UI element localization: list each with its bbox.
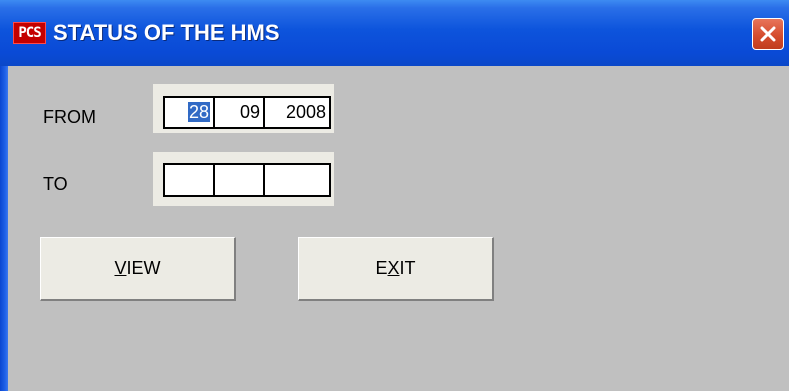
view-button[interactable]: VIEW (40, 237, 236, 301)
to-label: TO (43, 174, 68, 194)
close-button[interactable] (752, 18, 784, 50)
view-button-label: IEW (126, 258, 161, 278)
window-title: STATUS OF THE HMS (53, 20, 280, 45)
from-day-field[interactable]: 28 (163, 96, 215, 129)
from-day-value: 28 (187, 102, 210, 122)
to-year-field[interactable] (263, 163, 331, 197)
exit-button-prefix: E (375, 258, 388, 278)
from-month-value: 09 (239, 102, 260, 122)
exit-button-mnemonic: X (387, 258, 400, 278)
from-month-field[interactable]: 09 (213, 96, 265, 129)
close-icon (760, 26, 776, 42)
exit-button-label: IT (399, 258, 416, 278)
title-bar[interactable]: PCS STATUS OF THE HMS (0, 0, 789, 66)
dialog-window: PCS STATUS OF THE HMS FROM 28 09 2008 TO (0, 0, 789, 391)
from-label: FROM (43, 107, 96, 127)
to-day-field[interactable] (163, 163, 215, 197)
exit-button[interactable]: EXIT (298, 237, 494, 301)
to-date-group (153, 152, 334, 206)
from-date-group: 28 09 2008 (153, 84, 334, 133)
from-year-field[interactable]: 2008 (263, 96, 331, 129)
from-year-value: 2008 (285, 102, 326, 122)
to-month-field[interactable] (213, 163, 265, 197)
view-button-mnemonic: V (114, 258, 127, 278)
app-logo-icon: PCS (13, 22, 46, 44)
